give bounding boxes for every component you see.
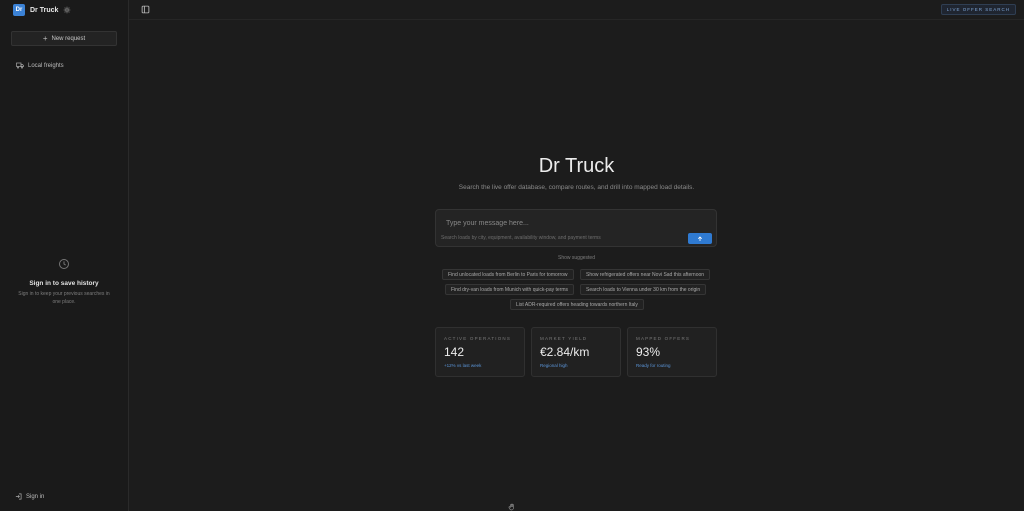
truck-icon [16,62,24,69]
stat-label: MAPPED OFFERS [636,336,691,341]
sidebar-item-local-freights[interactable]: Local freights [16,62,64,69]
plus-icon: + [42,33,48,43]
history-subtitle: Sign in to keep your previous searches i… [18,291,110,305]
history-empty-state: Sign in to save history Sign in to keep … [8,258,120,306]
history-icon [59,259,69,269]
brand-logo: Dr [13,4,25,16]
brand[interactable]: Dr Dr Truck [13,3,71,17]
message-input[interactable] [446,218,676,228]
suggestion-chip[interactable]: Show refrigerated offers near Novi Sad t… [580,269,711,280]
suggestion-chip[interactable]: Search loads to Vienna under 30 km from … [580,284,707,295]
stat-note: +12% vs last week [444,363,482,368]
suggestion-chip[interactable]: Find dry-van loads from Munich with quic… [445,284,574,295]
sign-in-button[interactable]: Sign in [15,493,44,500]
brand-name: Dr Truck [30,6,59,14]
stat-value: 142 [444,345,465,359]
sidebar-toggle-icon[interactable] [141,5,150,14]
stat-card-mapped-offers: MAPPED OFFERS 93% Ready for routing [627,327,717,377]
stat-label: MARKET YIELD [540,336,588,341]
suggestion-chip[interactable]: Find unlocated loads from Berlin to Pari… [442,269,574,280]
gear-icon[interactable] [63,6,71,14]
new-request-label: New request [51,35,86,42]
suggestion-chip[interactable]: List ADR-required offers heading towards… [510,299,644,310]
new-request-button[interactable]: + New request [11,31,117,46]
sidebar-item-label: Local freights [28,62,64,69]
stat-card-active-operations: ACTIVE OPERATIONS 142 +12% vs last week [435,327,525,377]
page-title: Dr Truck [538,155,615,177]
stat-value: €2.84/km [540,345,590,359]
top-bar: LIVE OFFER SEARCH [129,0,1024,20]
composer-hint: Search loads by city, equipment, availab… [441,235,601,241]
sign-in-icon [15,493,22,500]
live-offer-search-button[interactable]: LIVE OFFER SEARCH [940,4,1016,15]
stat-note: Regional high [540,363,568,368]
message-composer: Search loads by city, equipment, availab… [435,209,717,247]
hand-icon[interactable] [508,503,516,511]
page-subtitle: Search the live offer database, compare … [458,184,695,191]
stat-label: ACTIVE OPERATIONS [444,336,512,341]
history-title: Sign in to save history [29,280,99,287]
sign-in-label: Sign in [26,493,45,500]
sidebar: Dr Dr Truck + New request Local freights… [0,0,129,511]
send-button[interactable] [688,233,712,244]
stat-value: 93% [636,345,661,359]
show-suggested-toggle[interactable]: Show suggested [129,255,1024,261]
stat-note: Ready for routing [636,363,671,368]
arrow-up-icon [697,235,703,241]
stat-card-market-yield: MARKET YIELD €2.84/km Regional high [531,327,621,377]
